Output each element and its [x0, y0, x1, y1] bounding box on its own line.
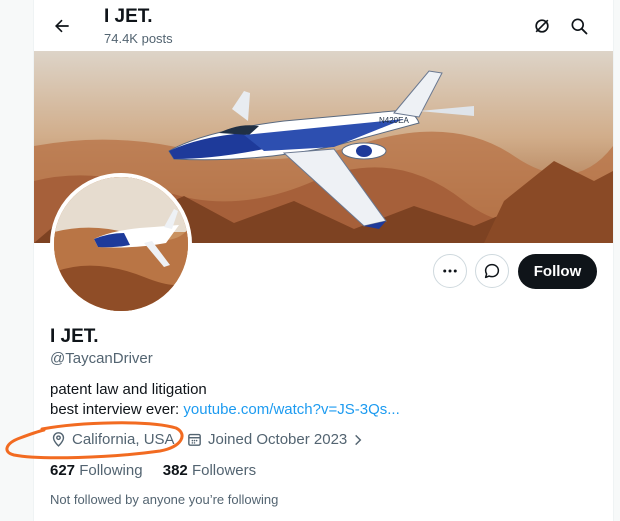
more-button[interactable]	[433, 254, 467, 288]
message-button[interactable]	[475, 254, 509, 288]
premium-button[interactable]	[526, 10, 558, 42]
profile-header: I JET. 74.4K posts	[34, 0, 613, 51]
bio-text: best interview ever:	[50, 401, 184, 418]
follow-counts: 627 Following 382 Followers	[50, 462, 256, 479]
location-text: California, USA	[72, 431, 175, 448]
chevron-right-icon	[355, 434, 362, 445]
not-followed-note: Not followed by anyone you’re following	[50, 492, 279, 507]
avatar[interactable]	[50, 173, 192, 315]
posts-count: 74.4K posts	[104, 31, 173, 46]
following-count: 627	[50, 462, 76, 479]
profile-column: I JET. 74.4K posts N420EA Follow I JET. …	[33, 0, 614, 521]
profile-bio: patent law and litigation best interview…	[50, 380, 400, 420]
profile-joined[interactable]: Joined October 2023	[186, 431, 370, 448]
arrow-left-icon	[55, 19, 69, 33]
profile-location: California, USA	[50, 431, 175, 448]
follow-button[interactable]: Follow	[518, 254, 597, 289]
following-link[interactable]: 627 Following	[50, 462, 143, 479]
search-button[interactable]	[563, 10, 595, 42]
slashed-circle-icon	[535, 19, 549, 33]
bio-line: patent law and litigation	[50, 381, 207, 398]
followers-count: 382	[162, 462, 188, 479]
profile-name: I JET.	[50, 326, 99, 347]
message-icon	[484, 263, 500, 279]
followers-label: Followers	[191, 462, 257, 479]
more-icon	[443, 269, 457, 273]
bio-link[interactable]: youtube.com/watch?v=JS-3Qs...	[183, 401, 399, 418]
following-label: Following	[79, 462, 143, 479]
search-icon	[571, 18, 588, 35]
header-title: I JET.	[104, 6, 153, 27]
profile-handle: @TaycanDriver	[50, 350, 153, 367]
location-pin-icon	[52, 432, 65, 447]
back-button[interactable]	[46, 10, 78, 42]
aircraft-registration: N420EA	[379, 116, 409, 125]
bio-line: best interview ever: youtube.com/watch?v…	[50, 400, 400, 420]
calendar-icon	[188, 433, 201, 446]
followers-link[interactable]: 382 Followers	[163, 462, 256, 479]
joined-text: Joined October 2023	[208, 431, 348, 448]
avatar-image	[54, 177, 188, 311]
